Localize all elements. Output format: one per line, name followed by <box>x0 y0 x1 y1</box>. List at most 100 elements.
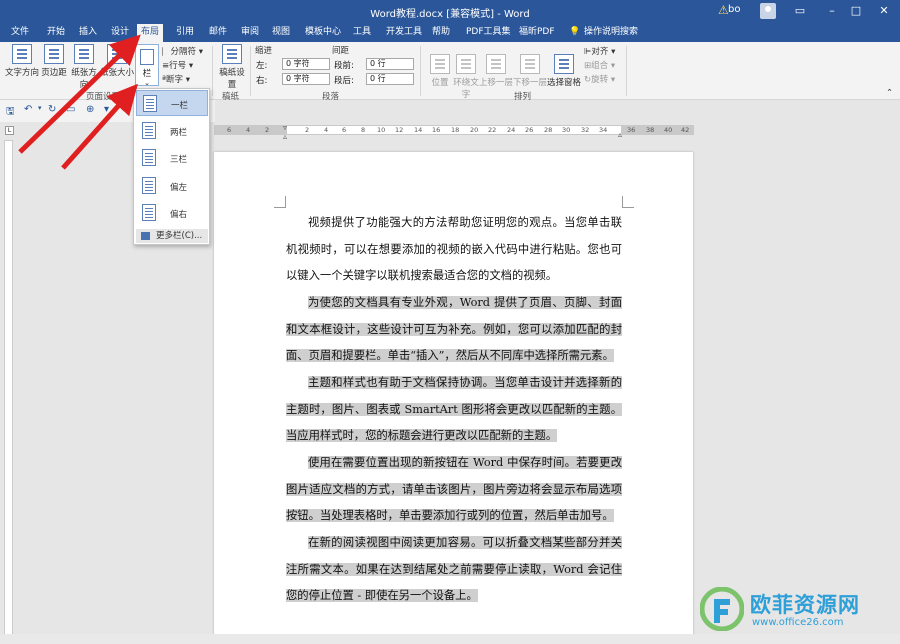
ruler-number: 40 <box>664 126 673 134</box>
breaks-icon: ⎸ <box>162 47 171 57</box>
ribbon-display-icon[interactable]: ▭ <box>784 0 816 22</box>
watermark-url: www.office26.com <box>752 617 844 628</box>
line-numbers-button[interactable]: ≡行号 ▾ <box>162 59 193 71</box>
columns-option-right[interactable]: 偏右 <box>136 200 208 226</box>
customize-qat-icon[interactable]: ▾ <box>104 104 109 115</box>
spacing-before-input[interactable]: 0 行 <box>366 58 414 70</box>
tab-layout[interactable]: 布局 <box>137 24 164 42</box>
paragraph[interactable]: 视频提供了功能强大的方法帮助您证明您的观点。当您单击联机视频时，可以在想要添加的… <box>286 210 622 290</box>
first-line-indent-marker[interactable]: ▿ <box>283 123 287 132</box>
columns-option-one[interactable]: 一栏 <box>136 90 208 116</box>
tab-stop-selector[interactable]: L <box>5 126 14 135</box>
hyphenation-button[interactable]: ª断字 ▾ <box>162 73 190 85</box>
manuscript-group-label: 稿纸 <box>222 92 240 102</box>
watermark-logo <box>700 587 744 631</box>
ruler-number: 36 <box>627 126 636 134</box>
right-indent-marker[interactable]: ▵ <box>618 130 622 139</box>
ruler-number: 18 <box>451 126 460 134</box>
wrap-text-button[interactable]: 环绕文字 <box>453 54 479 100</box>
paragraph[interactable]: 在新的阅读视图中阅读更加容易。可以折叠文档某些部分并关注所需文本。如果在达到结尾… <box>286 530 622 610</box>
right-column-icon <box>142 204 156 221</box>
collapse-ribbon-icon[interactable]: ⌃ <box>886 88 893 98</box>
paragraph[interactable]: 为使您的文档具有专业外观，Word 提供了页眉、页脚、封面和文本框设计，这些设计… <box>286 290 622 370</box>
paragraph[interactable]: 使用在需要位置出现的新按钮在 Word 中保存时间。若要更改图片适应文档的方式，… <box>286 450 622 530</box>
close-icon[interactable]: ✕ <box>868 0 900 22</box>
manuscript-settings-button[interactable]: 稿纸设置 <box>218 44 246 90</box>
ruler-number: 4 <box>246 126 251 134</box>
rotate-button[interactable]: ↻旋转 ▾ <box>584 73 615 85</box>
tab-home[interactable]: 开始 <box>43 25 69 42</box>
orientation-button[interactable]: 纸张方向 <box>68 44 100 90</box>
redo-icon[interactable]: ↻ <box>48 104 56 115</box>
orientation-icon <box>74 44 94 64</box>
selection-pane-button[interactable]: 选择窗格 <box>547 54 581 88</box>
margins-button[interactable]: 页边距 <box>40 44 68 78</box>
avatar[interactable] <box>760 3 776 19</box>
text-direction-button[interactable]: 文字方向 <box>4 44 40 78</box>
bring-forward-icon <box>486 54 506 74</box>
crop-mark <box>622 196 634 208</box>
tell-me-search[interactable]: 操作说明搜索 <box>580 25 642 42</box>
ruler-number: 14 <box>414 126 423 134</box>
tab-template-center[interactable]: 模板中心 <box>301 25 345 42</box>
send-backward-button[interactable]: 下移一层 <box>513 54 547 88</box>
document-page[interactable]: 视频提供了功能强大的方法帮助您证明您的观点。当您单击联机视频时，可以在想要添加的… <box>214 152 693 644</box>
columns-icon <box>140 49 154 65</box>
columns-option-two[interactable]: 两栏 <box>136 118 208 144</box>
indent-left-label: 左: <box>256 61 268 71</box>
breaks-button[interactable]: ⎸分隔符 ▾ <box>162 45 203 57</box>
more-columns-button[interactable]: 更多栏(C)... <box>136 229 208 243</box>
vertical-ruler[interactable] <box>4 140 13 640</box>
tab-file[interactable]: 文件 <box>7 25 33 42</box>
group-separator <box>626 46 627 96</box>
columns-button[interactable]: 栏 ⌄ <box>135 44 159 87</box>
spacing-after-input[interactable]: 0 行 <box>366 73 414 85</box>
indent-left-input[interactable]: 0 字符 <box>282 58 330 70</box>
ruler-number: 2 <box>265 126 270 134</box>
undo-dropdown-icon[interactable]: ▾ <box>38 104 42 112</box>
tab-developer[interactable]: 开发工具 <box>382 25 426 42</box>
ruler-number: 8 <box>361 126 366 134</box>
left-margin-shade <box>215 126 287 134</box>
web-icon[interactable]: ⊕ <box>86 104 94 115</box>
tab-pdf-tools[interactable]: PDF工具集 <box>462 25 515 42</box>
ruler-number: 20 <box>470 126 479 134</box>
arrange-group-label: 排列 <box>514 92 532 102</box>
crop-mark <box>274 196 286 208</box>
spacing-after-label: 段后: <box>334 76 354 86</box>
bring-forward-button[interactable]: 上移一层 <box>479 54 513 88</box>
one-column-icon <box>143 95 157 112</box>
three-columns-icon <box>142 149 156 166</box>
save-icon[interactable]: 🖫 <box>6 104 15 121</box>
tab-design[interactable]: 设计 <box>107 25 133 42</box>
group-button[interactable]: ⊞组合 ▾ <box>584 59 615 71</box>
columns-dropdown: 一栏 两栏 三栏 偏左 偏右 更多栏(C)... <box>133 88 210 245</box>
align-button[interactable]: ⊫对齐 ▾ <box>584 45 615 57</box>
columns-option-three[interactable]: 三栏 <box>136 145 208 171</box>
group-separator <box>250 46 251 96</box>
size-button[interactable]: 纸张大小 <box>100 44 134 78</box>
undo-icon[interactable]: ↶ <box>24 104 32 115</box>
print-preview-icon[interactable]: ▭ <box>66 104 75 115</box>
tab-tools[interactable]: 工具 <box>349 25 375 42</box>
columns-option-left[interactable]: 偏左 <box>136 173 208 199</box>
ribbon-tabs: 文件 开始 插入 设计 布局 引用 邮件 审阅 视图 模板中心 工具 开发工具 … <box>0 22 900 42</box>
tab-mailings[interactable]: 邮件 <box>205 25 231 42</box>
ruler-number: 30 <box>562 126 571 134</box>
tab-foxit-pdf[interactable]: 福昕PDF <box>515 25 559 42</box>
position-button[interactable]: 位置 <box>427 54 453 88</box>
user-name[interactable]: bo <box>728 4 740 15</box>
tab-help[interactable]: 帮助 <box>428 25 454 42</box>
ruler-number: 26 <box>525 126 534 134</box>
tab-references[interactable]: 引用 <box>172 25 198 42</box>
indent-right-input[interactable]: 0 字符 <box>282 73 330 85</box>
spacing-title: 间距 <box>332 46 350 56</box>
wrap-text-icon <box>456 54 476 74</box>
hanging-indent-marker[interactable]: ▵ <box>283 132 287 141</box>
group-separator <box>420 46 421 96</box>
tab-insert[interactable]: 插入 <box>75 25 101 42</box>
ruler-number: 38 <box>646 126 655 134</box>
tab-view[interactable]: 视图 <box>268 25 294 42</box>
tab-review[interactable]: 审阅 <box>237 25 263 42</box>
paragraph[interactable]: 主题和样式也有助于文档保持协调。当您单击设计并选择新的主题时，图片、图表或 Sm… <box>286 370 622 450</box>
